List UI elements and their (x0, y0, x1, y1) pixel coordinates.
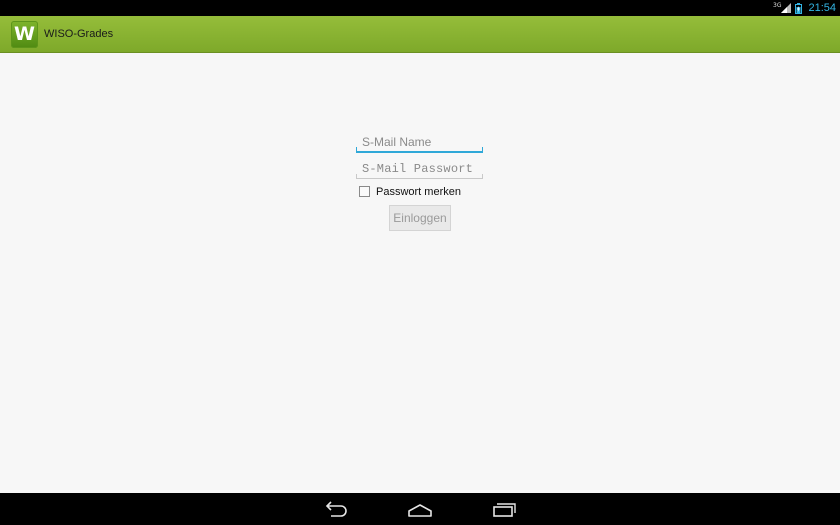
remember-password-checkbox[interactable] (359, 186, 370, 197)
action-bar: W WISO-Grades (0, 16, 840, 53)
login-content: Passwort merken Einloggen (0, 53, 840, 493)
app-title: WISO-Grades (44, 28, 114, 40)
password-input[interactable] (356, 159, 483, 179)
login-button[interactable]: Einloggen (389, 205, 451, 231)
status-icons: 3G 21:54 (773, 0, 836, 16)
remember-password-row[interactable]: Passwort merken (359, 185, 461, 198)
back-icon[interactable] (322, 500, 352, 518)
username-field[interactable] (356, 133, 483, 153)
status-bar: 3G 21:54 (0, 0, 840, 16)
battery-icon (795, 2, 803, 14)
navigation-bar (0, 493, 840, 525)
network-type-label: 3G (773, 1, 782, 9)
status-clock: 21:54 (808, 2, 836, 14)
home-icon[interactable] (405, 500, 435, 518)
app-screen: 3G 21:54 W WISO-Grades Pass (0, 0, 840, 525)
username-input[interactable] (356, 133, 483, 151)
signal-icon (781, 3, 792, 13)
password-field[interactable] (356, 159, 483, 179)
remember-password-label[interactable]: Passwort merken (376, 186, 461, 198)
app-logo-icon[interactable]: W (11, 21, 38, 48)
recent-apps-icon[interactable] (489, 500, 519, 518)
